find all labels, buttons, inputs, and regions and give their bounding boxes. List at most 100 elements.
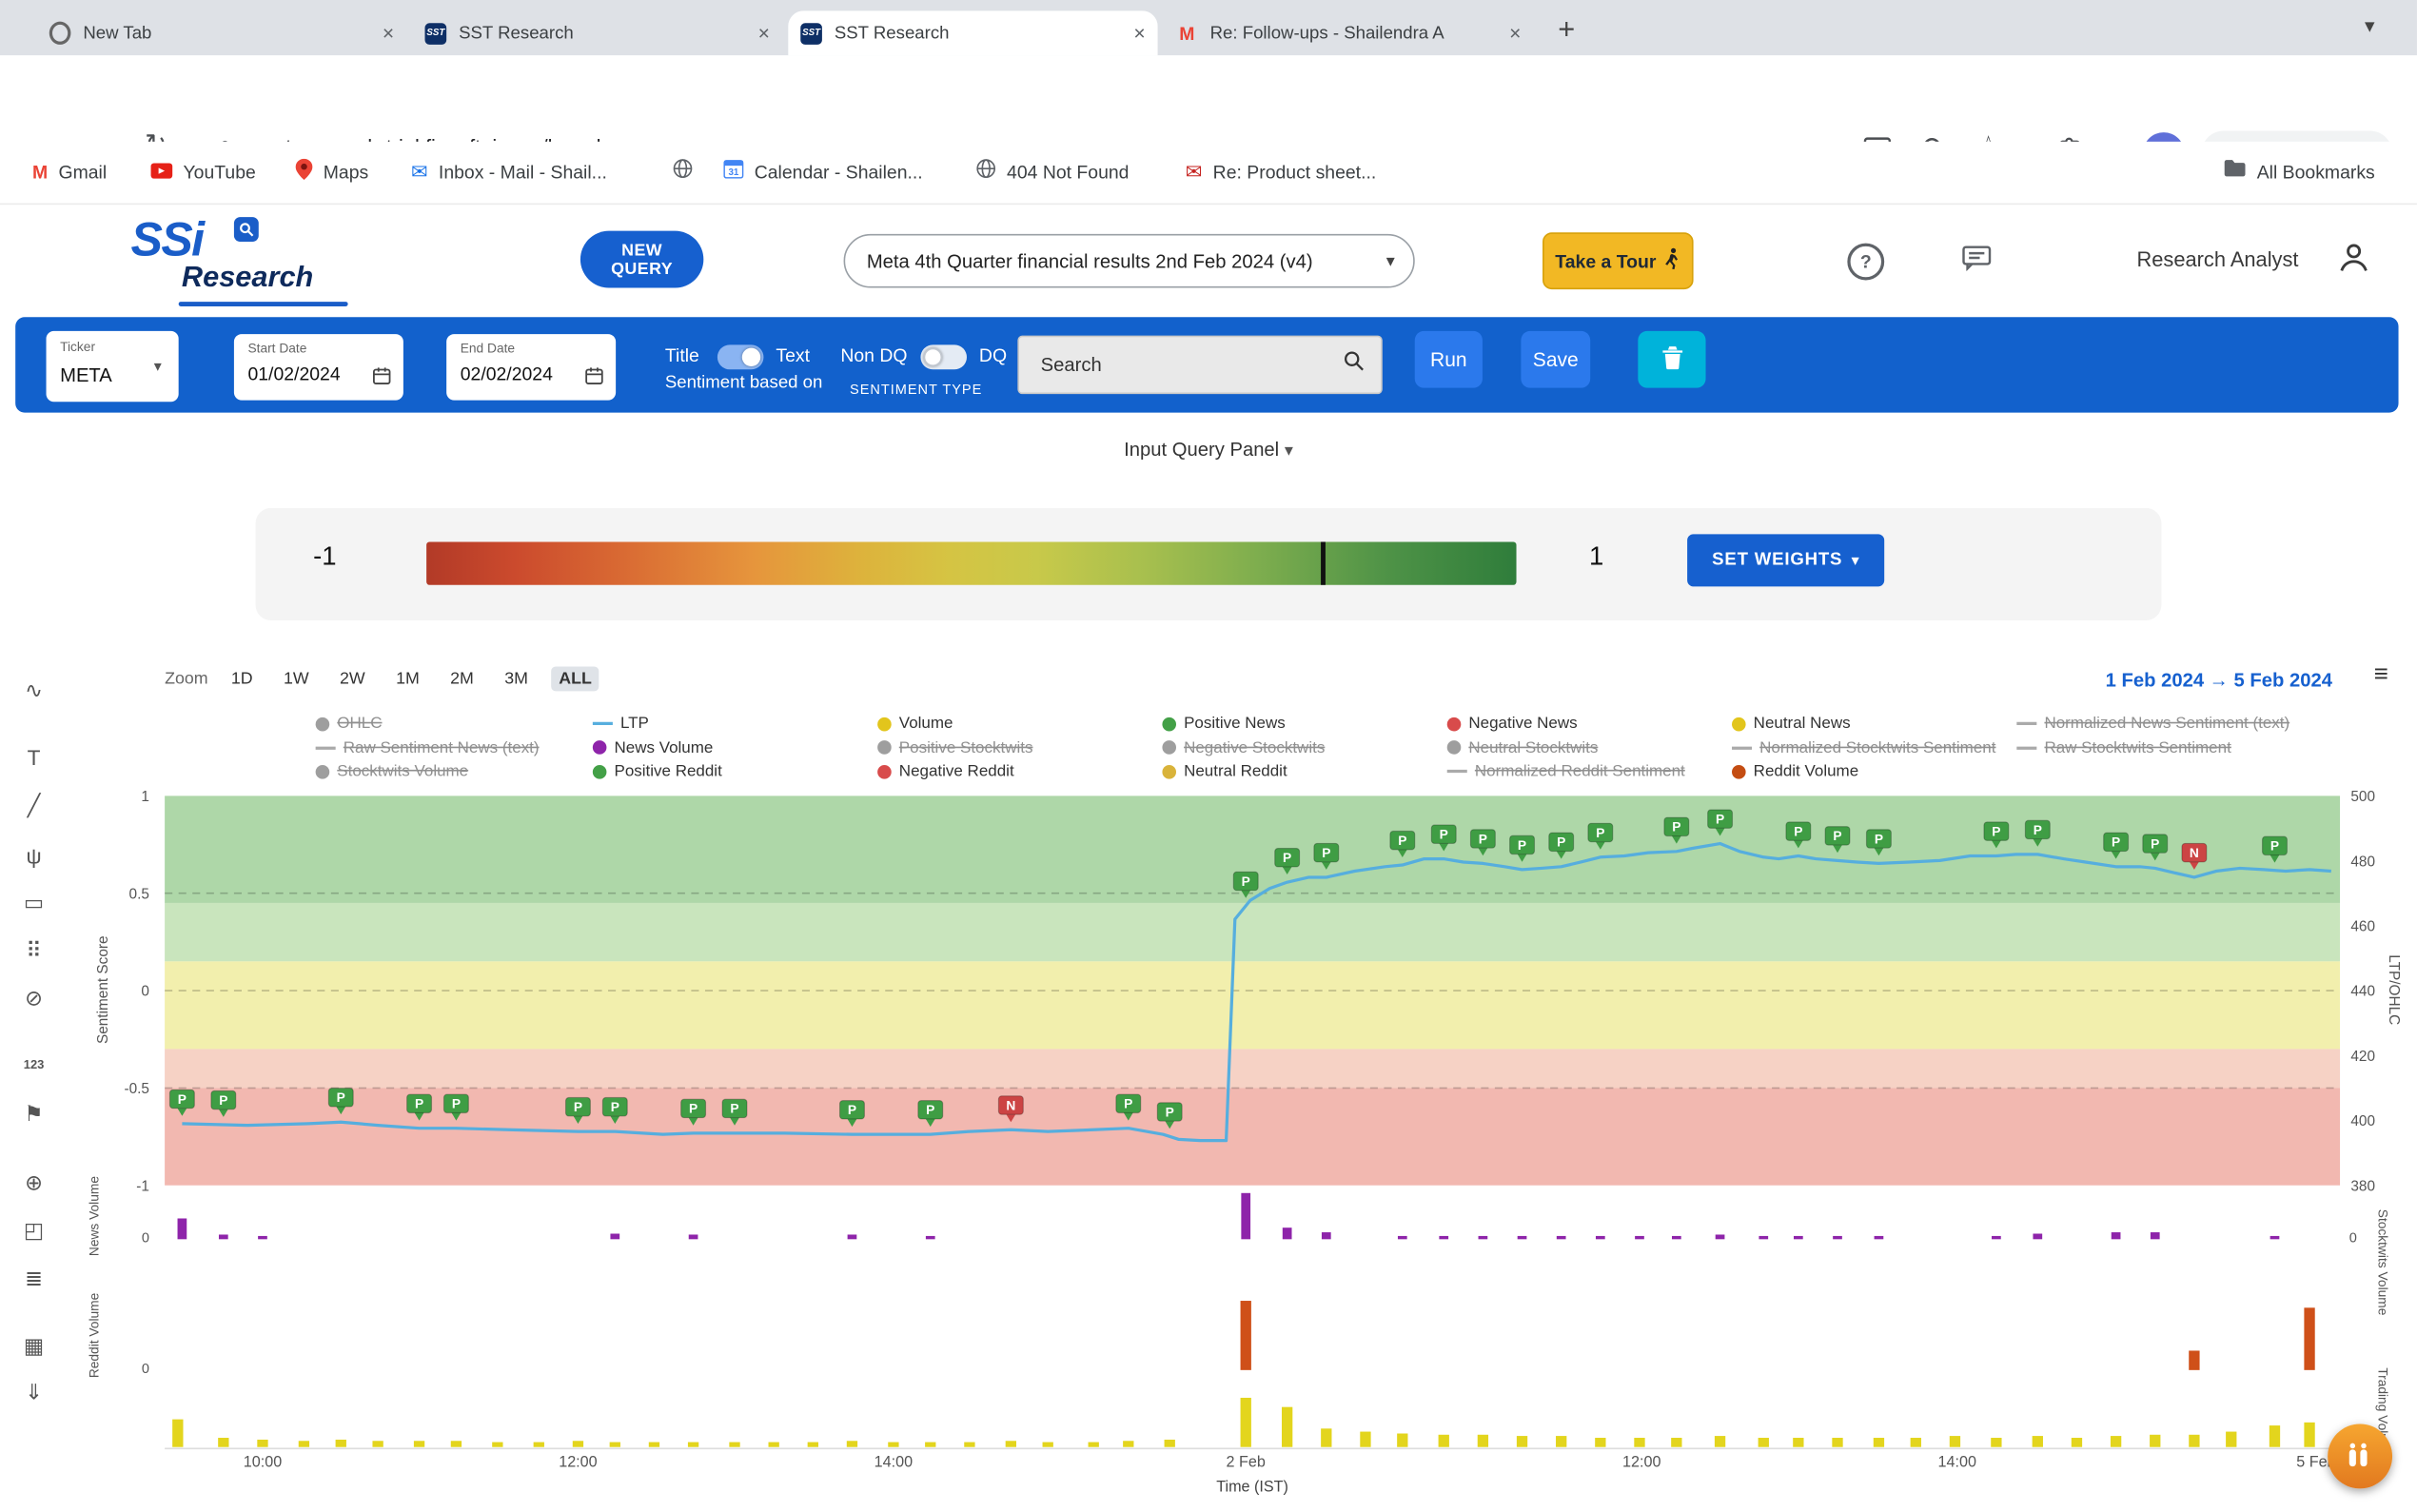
sentiment-type-caption: SENTIMENT TYPE	[850, 382, 982, 397]
svg-text:0.5: 0.5	[129, 886, 149, 902]
sst-favicon: SST	[425, 22, 447, 44]
search-icon[interactable]	[1343, 349, 1366, 380]
sentiment-source-toggle[interactable]	[717, 344, 764, 369]
user-role-label: Research Analyst	[2137, 247, 2299, 270]
svg-text:440: 440	[2350, 984, 2375, 1000]
dq-toggle[interactable]	[920, 344, 967, 369]
svg-text:P: P	[1124, 1097, 1132, 1111]
new-query-button[interactable]: NEW QUERY	[580, 231, 703, 288]
svg-text:Sentiment Score: Sentiment Score	[95, 935, 111, 1044]
svg-text:-1: -1	[136, 1178, 149, 1194]
bookmark-item[interactable]: ✉Inbox - Mail - Shail...	[411, 142, 607, 204]
svg-text:480: 480	[2350, 854, 2375, 870]
svg-text:Reddit Volume: Reddit Volume	[88, 1292, 102, 1378]
browser-tab[interactable]: SST SST Research ×	[788, 10, 1157, 55]
tab-close-icon[interactable]: ×	[758, 22, 770, 45]
new-tab-button[interactable]: +	[1558, 14, 1575, 49]
toggle-nondq-label: Non DQ	[840, 344, 907, 366]
chat-widget-button[interactable]	[2328, 1424, 2392, 1488]
bookmark-label: Re: Product sheet...	[1213, 162, 1377, 184]
browser-window: New Tab × SST SST Research × SST SST Research ×…	[0, 0, 2417, 1512]
bookmark-item[interactable]: 31Calendar - Shailen...	[723, 142, 922, 204]
logo-underline	[179, 302, 348, 306]
delete-button[interactable]	[1638, 331, 1705, 388]
svg-text:0: 0	[141, 984, 149, 1000]
tab-close-icon[interactable]: ×	[383, 22, 394, 45]
help-icon[interactable]: ?	[1847, 244, 1884, 281]
save-button[interactable]: Save	[1521, 331, 1590, 388]
bookmark-item[interactable]	[673, 142, 693, 204]
start-date-label: Start Date	[247, 341, 306, 356]
calendar-icon[interactable]	[585, 364, 603, 392]
end-date-value: 02/02/2024	[461, 363, 553, 385]
walking-person-icon	[1663, 247, 1680, 274]
tab-close-icon[interactable]: ×	[1509, 22, 1521, 45]
end-date-label: End Date	[461, 341, 515, 356]
bookmark-item[interactable]: Maps	[296, 142, 369, 204]
tab-title: New Tab	[83, 24, 373, 42]
svg-text:P: P	[337, 1090, 345, 1105]
query-select-value: Meta 4th Quarter financial results 2nd F…	[867, 250, 1386, 272]
svg-text:P: P	[1398, 834, 1406, 848]
browser-tab[interactable]: New Tab ×	[37, 10, 406, 55]
bookmark-item[interactable]: MGmail	[32, 142, 107, 204]
bookmark-item[interactable]: 404 Not Found	[976, 142, 1130, 204]
tab-strip: New Tab × SST SST Research × SST SST Research ×…	[0, 0, 2417, 55]
tab-strip-chevron-icon[interactable]: ▾	[2365, 14, 2375, 39]
svg-text:P: P	[1166, 1105, 1174, 1119]
svg-text:0: 0	[2349, 1231, 2357, 1247]
query-select[interactable]: Meta 4th Quarter financial results 2nd F…	[844, 234, 1415, 288]
logo-research-text: Research	[182, 262, 313, 296]
browser-tab[interactable]: SST SST Research ×	[413, 10, 782, 55]
tour-label: Take a Tour	[1555, 250, 1656, 272]
svg-text:P: P	[2112, 835, 2120, 850]
svg-text:P: P	[2034, 823, 2042, 837]
feedback-icon[interactable]	[1961, 245, 1992, 279]
svg-text:P: P	[1242, 874, 1250, 889]
take-a-tour-button[interactable]: Take a Tour	[1543, 232, 1694, 289]
user-profile-icon[interactable]	[2337, 240, 2371, 282]
set-weights-label: SET WEIGHTS	[1712, 551, 1842, 569]
svg-text:14:00: 14:00	[874, 1454, 913, 1471]
svg-text:P: P	[1992, 824, 2000, 838]
chevron-down-icon: ▾	[1386, 251, 1395, 271]
svg-text:P: P	[452, 1097, 461, 1111]
all-bookmarks-button[interactable]: All Bookmarks	[2223, 142, 2375, 204]
all-bookmarks-label: All Bookmarks	[2257, 162, 2375, 184]
tab-title: SST Research	[835, 24, 1125, 42]
svg-text:400: 400	[2350, 1113, 2375, 1129]
ticker-select[interactable]: Ticker META ▾	[47, 331, 179, 402]
weight-gradient-slider[interactable]	[426, 541, 1516, 584]
tab-close-icon[interactable]: ×	[1133, 22, 1145, 45]
sst-favicon: SST	[800, 22, 822, 44]
input-query-panel-toggle[interactable]: Input Query Panel ▾	[0, 439, 2417, 461]
svg-text:P: P	[848, 1103, 856, 1117]
mail-red-icon: ✉	[1186, 159, 1203, 187]
ticker-label: Ticker	[60, 339, 95, 354]
svg-text:P: P	[1794, 824, 1802, 838]
bookmarks-bar: MGmailYouTubeMaps✉Inbox - Mail - Shail..…	[0, 142, 2417, 205]
ticker-value: META	[60, 364, 112, 386]
bookmark-label: Maps	[324, 162, 368, 184]
bookmark-item[interactable]: YouTube	[151, 142, 256, 204]
weight-marker[interactable]	[1321, 541, 1326, 584]
tab-title: SST Research	[459, 24, 749, 42]
trash-icon	[1660, 344, 1683, 374]
calendar-icon[interactable]	[373, 364, 391, 392]
run-button[interactable]: Run	[1415, 331, 1483, 388]
svg-text:10:00: 10:00	[244, 1454, 282, 1471]
svg-text:Stocktwits Volume: Stocktwits Volume	[2376, 1209, 2390, 1316]
browser-tab[interactable]: MRe: Follow-ups - Shailendra A×	[1164, 10, 1533, 55]
svg-text:P: P	[1672, 820, 1680, 835]
svg-text:380: 380	[2350, 1178, 2375, 1194]
start-date-input[interactable]: Start Date 01/02/2024	[234, 334, 403, 401]
maps-icon	[296, 158, 313, 187]
bookmark-item[interactable]: ✉ Re: Product sheet...	[1186, 142, 1377, 204]
svg-text:P: P	[574, 1100, 582, 1114]
svg-text:1: 1	[141, 789, 149, 805]
bookmark-label: Inbox - Mail - Shail...	[439, 162, 607, 184]
set-weights-button[interactable]: SET WEIGHTS ▾	[1687, 534, 1884, 586]
svg-text:P: P	[178, 1092, 187, 1107]
search-input[interactable]	[1019, 354, 1343, 376]
end-date-input[interactable]: End Date 02/02/2024	[446, 334, 616, 401]
